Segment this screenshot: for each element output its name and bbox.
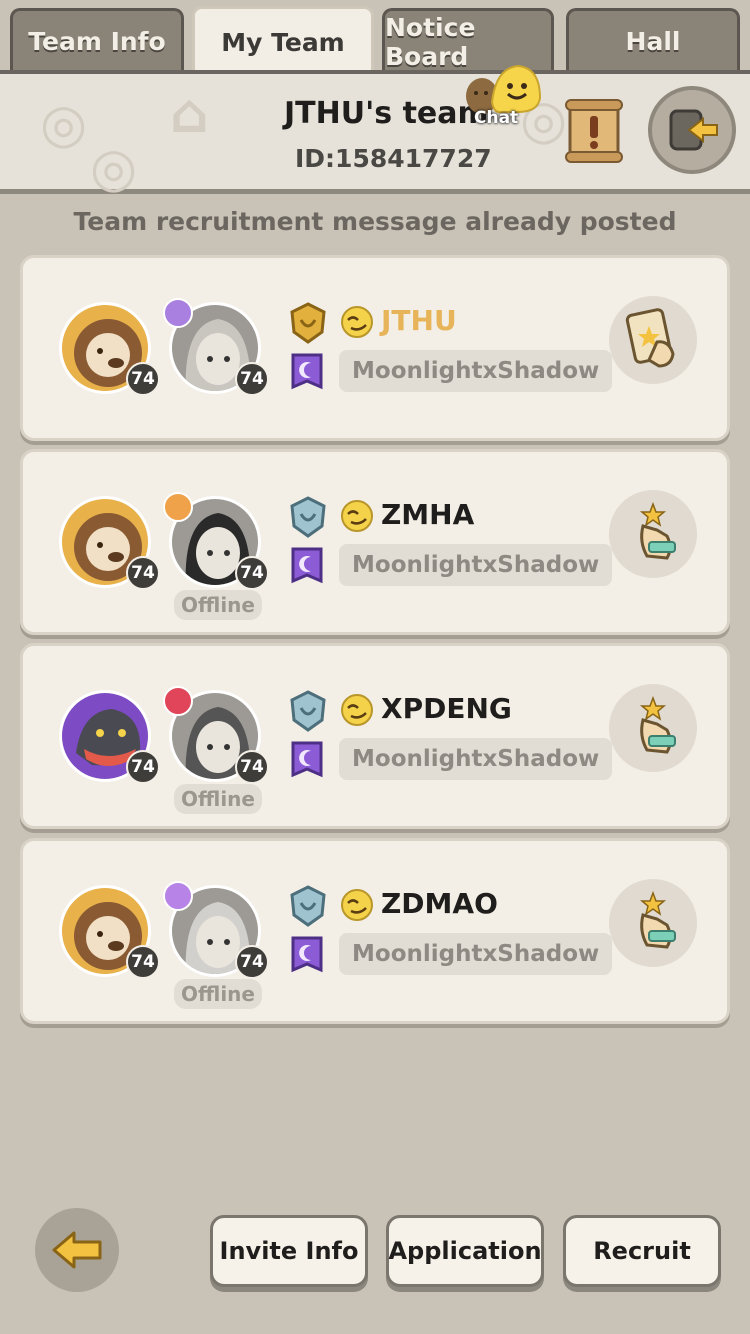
recruit-status-text: Team recruitment message already posted (73, 207, 677, 236)
tap-card-button[interactable] (609, 296, 697, 384)
rank-shield-icon (289, 885, 327, 931)
application-button[interactable]: Application (386, 1215, 544, 1287)
pet-level-badge: 74 (126, 945, 160, 979)
guild-name-pill: MoonlightxShadow (339, 544, 613, 586)
team-id: ID:158417727 (295, 144, 492, 173)
tab-bar: Team Info My Team Notice Board Hall (0, 0, 750, 80)
rank-shield-icon (289, 496, 327, 542)
class-badge-icon (163, 492, 193, 522)
team-header: ◎ ⌂ ◎ ◎ JTHU's team ID:158417727 (0, 70, 750, 199)
team-name: JTHU's team (284, 96, 489, 131)
swap-hand-icon (609, 501, 697, 582)
invite-info-button[interactable]: Invite Info (210, 1215, 368, 1287)
back-arrow-icon (52, 1231, 102, 1269)
guild-name-pill: MoonlightxShadow (339, 933, 613, 975)
tab-team-info[interactable]: Team Info (10, 8, 184, 72)
class-badge-icon (163, 298, 193, 328)
exit-team-icon (669, 109, 718, 151)
tab-hall[interactable]: Hall (566, 8, 740, 72)
tab-my-team[interactable]: My Team (192, 6, 374, 76)
guild-name-pill: MoonlightxShadow (339, 350, 613, 392)
swap-hand-button[interactable] (609, 490, 697, 578)
emoji-face-icon (339, 498, 375, 538)
emoji-face-icon (339, 692, 375, 732)
class-badge-icon (163, 881, 193, 911)
guild-banner-icon (289, 351, 325, 397)
offline-status-badge: Offline (174, 590, 262, 620)
member-name: ZDMAO (381, 887, 498, 920)
swap-hand-button[interactable] (609, 684, 697, 772)
guild-banner-icon (289, 739, 325, 785)
swap-hand-button[interactable] (609, 879, 697, 967)
class-badge-icon (163, 686, 193, 716)
chat-label: Chat (474, 108, 519, 128)
guild-banner-icon (289, 545, 325, 591)
swirl-decoration-icon: ◎ (90, 136, 138, 199)
member-name: JTHU (381, 304, 457, 337)
recruit-button[interactable]: Recruit (563, 1215, 721, 1287)
guild-name-pill: MoonlightxShadow (339, 738, 613, 780)
member-card[interactable]: 74 74 Offline ZDMAO MoonlightxShadow (20, 838, 730, 1024)
scroll-notice-icon[interactable] (562, 96, 626, 166)
member-name: ZMHA (381, 498, 475, 531)
swap-hand-icon (609, 890, 697, 971)
emoji-face-icon (339, 304, 375, 344)
crate-decoration-icon: ⌂ (170, 82, 209, 145)
emoji-face-icon (339, 887, 375, 927)
pet-level-badge: 74 (126, 750, 160, 784)
offline-status-badge: Offline (174, 979, 262, 1009)
hero-level-badge: 74 (235, 556, 269, 590)
back-button[interactable] (35, 1208, 119, 1292)
member-card[interactable]: 74 74 Offline XPDENG MoonlightxShadow (20, 643, 730, 829)
member-card[interactable]: 74 74 JTHU MoonlightxShadow (20, 255, 730, 441)
offline-status-badge: Offline (174, 784, 262, 814)
hero-level-badge: 74 (235, 945, 269, 979)
exit-team-button[interactable] (648, 86, 736, 174)
hero-level-badge: 74 (235, 362, 269, 396)
rank-shield-icon (289, 690, 327, 736)
rank-shield-icon (289, 302, 327, 348)
hero-level-badge: 74 (235, 750, 269, 784)
member-name: XPDENG (381, 692, 512, 725)
guild-banner-icon (289, 934, 325, 980)
pet-level-badge: 74 (126, 556, 160, 590)
swap-hand-icon (609, 695, 697, 776)
pet-level-badge: 74 (126, 362, 160, 396)
member-card[interactable]: 74 74 Offline ZMHA MoonlightxShadow (20, 449, 730, 635)
tap-card-icon (609, 308, 697, 388)
swirl-decoration-icon: ◎ (40, 92, 88, 155)
